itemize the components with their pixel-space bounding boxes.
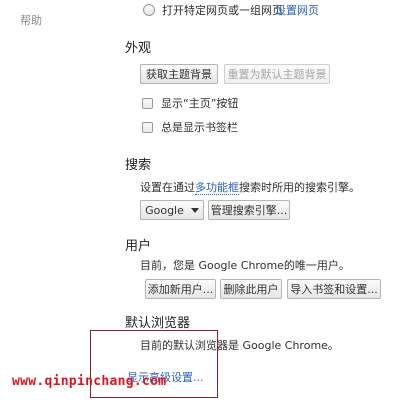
search-desc-suffix: 搜索时所用的搜索引擎。 xyxy=(239,181,360,194)
appearance-title: 外观 xyxy=(125,41,152,56)
show-bookmarks-bar-checkbox[interactable] xyxy=(142,122,153,133)
open-pages-label: 打开特定网页或一组网页 xyxy=(162,4,283,17)
search-engine-selected: Google xyxy=(145,203,184,217)
import-bookmarks-button[interactable]: 导入书签和设置... xyxy=(287,279,381,299)
show-home-button-label: 显示“主页”按钮 xyxy=(161,97,239,110)
delete-user-button[interactable]: 删除此用户 xyxy=(220,279,282,299)
users-description: 目前，您是 Google Chrome的唯一用户。 xyxy=(140,259,350,272)
add-user-button[interactable]: 添加新用户... xyxy=(145,279,216,299)
sidebar-help-label[interactable]: 帮助 xyxy=(20,12,42,28)
open-pages-radio[interactable] xyxy=(143,4,155,16)
watermark-text: www.qinpinchang.com xyxy=(12,374,167,389)
omnibox-link[interactable]: 多功能框 xyxy=(195,181,239,195)
show-bookmarks-bar-label: 总是显示书签栏 xyxy=(161,121,238,134)
search-engine-select[interactable]: Google xyxy=(140,200,204,220)
get-themes-button[interactable]: 获取主题背景 xyxy=(140,64,218,84)
users-title: 用户 xyxy=(125,239,152,254)
search-description: 设置在通过多功能框搜索时所用的搜索引擎。 xyxy=(140,181,360,195)
set-pages-link[interactable]: 设置网页 xyxy=(275,4,319,18)
chevron-down-icon xyxy=(190,207,199,213)
reset-theme-button[interactable]: 重置为默认主题背景 xyxy=(224,64,330,84)
show-home-button-checkbox[interactable] xyxy=(142,98,153,109)
search-title: 搜索 xyxy=(125,158,152,173)
manage-search-engines-button[interactable]: 管理搜索引擎... xyxy=(208,200,290,220)
search-desc-prefix: 设置在通过 xyxy=(140,181,195,194)
